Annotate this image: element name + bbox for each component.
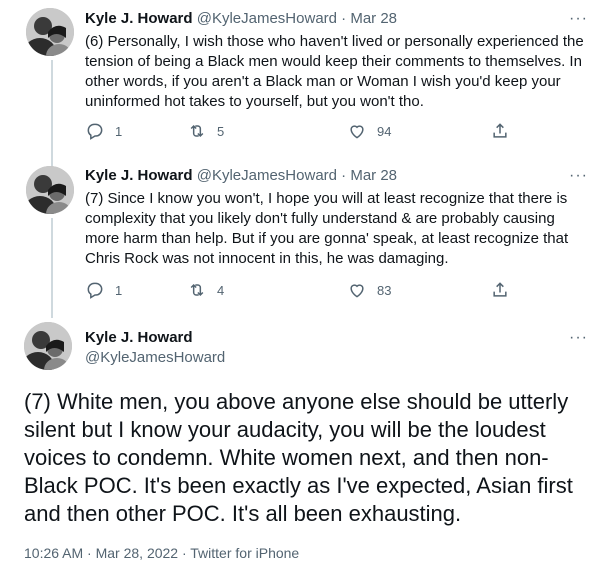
tweet-actions: 1 5 94	[85, 121, 525, 145]
share-icon	[493, 123, 507, 138]
reply-count: 1	[115, 123, 123, 139]
share-icon	[493, 282, 507, 297]
reply-button[interactable]: 1	[85, 121, 122, 141]
thread-line	[51, 60, 53, 168]
tweet-header: Kyle J. Howard @KyleJamesHoward · Mar 28	[85, 10, 397, 27]
retweet-count: 5	[217, 123, 225, 139]
reply-icon	[87, 282, 103, 299]
like-button[interactable]: 94	[347, 121, 391, 141]
separator: ·	[341, 10, 347, 27]
author-name[interactable]: Kyle J. Howard	[85, 167, 193, 184]
thread-line	[51, 218, 53, 318]
share-button[interactable]	[490, 280, 510, 300]
avatar[interactable]	[26, 8, 74, 56]
separator: ·	[341, 167, 347, 184]
retweet-icon	[190, 124, 204, 138]
author-name[interactable]: Kyle J. Howard	[85, 10, 193, 27]
author-name[interactable]: Kyle J. Howard	[85, 329, 193, 346]
share-button[interactable]	[490, 121, 510, 141]
retweet-button[interactable]: 4	[187, 280, 224, 300]
like-count: 94	[377, 123, 392, 139]
tweet-header: Kyle J. Howard @KyleJamesHoward · Mar 28	[85, 167, 397, 184]
avatar[interactable]	[26, 166, 74, 214]
main-tweet-text: (7) White men, you above anyone else sho…	[24, 389, 573, 526]
tweet-actions: 1 4 83	[85, 280, 525, 304]
more-icon[interactable]: ···	[569, 10, 588, 28]
retweet-button[interactable]: 5	[187, 121, 224, 141]
more-icon[interactable]: ···	[569, 329, 588, 347]
like-icon	[350, 125, 364, 139]
reply-count: 1	[115, 282, 123, 298]
tweet-date[interactable]: Mar 28	[350, 10, 397, 27]
tweet-timestamp[interactable]: 10:26 AM · Mar 28, 2022 · Twitter for iP…	[24, 545, 299, 561]
retweet-icon	[190, 283, 204, 297]
reply-button[interactable]: 1	[85, 280, 122, 300]
author-handle[interactable]: @KyleJamesHoward	[197, 167, 337, 184]
tweet-text: (7) Since I know you won't, I hope you w…	[85, 190, 569, 267]
like-icon	[350, 284, 364, 298]
tweet-text: (6) Personally, I wish those who haven't…	[85, 33, 584, 110]
like-button[interactable]: 83	[347, 280, 391, 300]
tweet-date[interactable]: Mar 28	[350, 167, 397, 184]
author-handle[interactable]: @KyleJamesHoward	[85, 349, 225, 366]
retweet-count: 4	[217, 282, 225, 298]
like-count: 83	[377, 282, 392, 298]
more-icon[interactable]: ···	[569, 167, 588, 185]
reply-icon	[87, 123, 103, 140]
author-handle[interactable]: @KyleJamesHoward	[197, 10, 337, 27]
avatar[interactable]	[24, 322, 72, 370]
